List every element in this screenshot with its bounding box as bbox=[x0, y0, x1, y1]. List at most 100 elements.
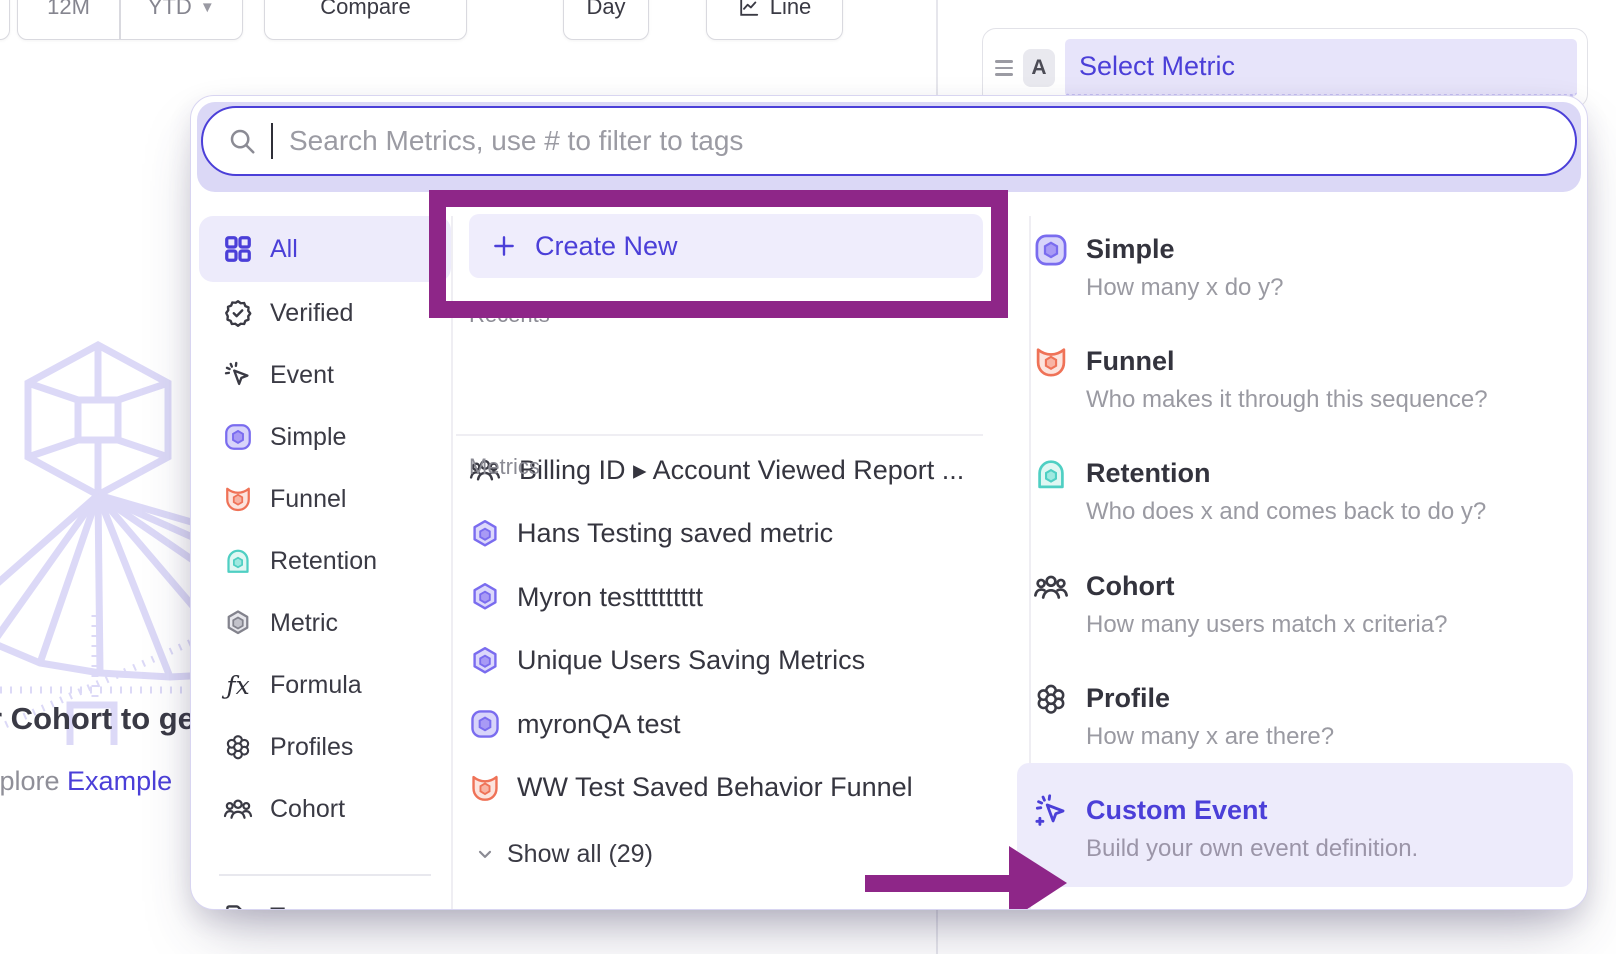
sidebar-item-icon bbox=[223, 422, 253, 452]
plus-icon bbox=[491, 233, 517, 259]
metric-picker-modal: All Verified Event Simple Funnel Retenti… bbox=[190, 95, 1588, 910]
metric-item-label: myronQA test bbox=[517, 709, 681, 740]
metric-type-simple[interactable]: Simple How many x do y? bbox=[1033, 232, 1573, 303]
show-all-label: Show all (29) bbox=[507, 840, 653, 869]
granularity-day-button[interactable]: Day bbox=[563, 0, 649, 40]
line-chart-icon bbox=[738, 0, 760, 18]
sidebar-item-funnel[interactable]: Funnel bbox=[199, 468, 451, 530]
drag-handle-icon[interactable] bbox=[995, 60, 1013, 76]
empty-state-heading-fragment: r Cohort to ge bbox=[0, 701, 195, 737]
sidebar-item-retention[interactable]: Retention bbox=[199, 530, 451, 592]
category-sidebar: All Verified Event Simple Funnel Retenti… bbox=[199, 216, 451, 840]
metric-item-myron-testtttttttt[interactable]: Myron testtttttttt bbox=[469, 566, 983, 630]
metric-type-icon bbox=[1033, 681, 1069, 717]
metric-type-funnel[interactable]: Funnel Who makes it through this sequenc… bbox=[1033, 344, 1573, 415]
metric-type-profile[interactable]: Profile How many x are there? bbox=[1033, 681, 1573, 752]
metric-item-myronqa-test[interactable]: myronQA test bbox=[469, 693, 983, 757]
sidebar-item-icon bbox=[223, 794, 253, 824]
metric-type-icon bbox=[1033, 232, 1069, 268]
sidebar-item-label: Event bbox=[270, 361, 334, 390]
sidebar-item-cohort[interactable]: Cohort bbox=[199, 778, 451, 840]
sidebar-item-icon: ƒx bbox=[223, 670, 253, 700]
date-range-group: 12M YTD ▼ bbox=[17, 0, 243, 40]
example-link[interactable]: Example bbox=[67, 766, 172, 796]
metric-type-title: Profile bbox=[1086, 681, 1334, 715]
metric-item-label: Unique Users Saving Metrics bbox=[517, 645, 865, 676]
select-metric-chip[interactable]: Select Metric bbox=[1065, 39, 1577, 97]
toolbar-fragment-button[interactable] bbox=[0, 0, 10, 40]
sidebar-item-icon bbox=[223, 360, 253, 390]
metric-type-title: Cohort bbox=[1086, 569, 1447, 603]
sidebar-item-formula[interactable]: ƒx Formula bbox=[199, 654, 451, 716]
metric-item-icon bbox=[469, 772, 501, 804]
sidebar-item-simple[interactable]: Simple bbox=[199, 406, 451, 468]
sidebar-item-label: Simple bbox=[270, 423, 346, 452]
metric-type-icon bbox=[1033, 456, 1069, 492]
metric-item-hans-testing-saved-metric[interactable]: Hans Testing saved metric bbox=[469, 502, 983, 566]
line-label: Line bbox=[770, 0, 812, 20]
compare-button[interactable]: Compare bbox=[264, 0, 467, 40]
sidebar-item-all[interactable]: All bbox=[199, 216, 451, 282]
sidebar-item-label: Metric bbox=[270, 609, 338, 638]
sidebar-item-tags[interactable]: Tags bbox=[199, 886, 475, 910]
metric-type-title: Custom Event bbox=[1086, 793, 1418, 827]
sidebar-divider bbox=[219, 874, 431, 876]
metric-type-description: How many users match x criteria? bbox=[1086, 610, 1447, 640]
metric-item-ww-test-saved-behavior-funnel[interactable]: WW Test Saved Behavior Funnel bbox=[469, 756, 983, 820]
search-icon bbox=[227, 126, 257, 156]
sidebar-item-icon bbox=[223, 484, 253, 514]
sidebar-item-profiles[interactable]: Profiles bbox=[199, 716, 451, 778]
sidebar-item-label: Funnel bbox=[270, 485, 346, 514]
metric-item-label: WW Test Saved Behavior Funnel bbox=[517, 772, 913, 803]
metric-item-icon bbox=[469, 518, 501, 550]
metric-type-retention[interactable]: Retention Who does x and comes back to d… bbox=[1033, 456, 1573, 527]
metric-type-description: How many x are there? bbox=[1086, 722, 1334, 752]
create-new-button[interactable]: Create New bbox=[469, 214, 983, 278]
chevron-down-icon bbox=[475, 844, 495, 864]
metric-type-description: Build your own event definition. bbox=[1086, 834, 1418, 864]
metric-picker-screen: 12M YTD ▼ Compare Day Line A Select Metr… bbox=[0, 0, 1616, 954]
range-12m-button[interactable]: 12M bbox=[18, 0, 119, 39]
metric-item-label: Hans Testing saved metric bbox=[517, 518, 833, 549]
sidebar-item-icon bbox=[223, 732, 253, 762]
sidebar-item-metric[interactable]: Metric bbox=[199, 592, 451, 654]
metric-item-icon bbox=[469, 645, 501, 677]
sidebar-item-label: Cohort bbox=[270, 795, 345, 824]
sidebar-item-label: Retention bbox=[270, 547, 377, 576]
metric-item-icon bbox=[469, 708, 501, 740]
metric-item-unique-users-saving-metrics[interactable]: Unique Users Saving Metrics bbox=[469, 629, 983, 693]
sidebar-item-verified[interactable]: Verified bbox=[199, 282, 451, 344]
sidebar-item-icon bbox=[223, 546, 253, 576]
recents-section-label: Recents bbox=[469, 302, 550, 328]
range-ytd-label: YTD bbox=[148, 0, 192, 20]
range-ytd-button[interactable]: YTD ▼ bbox=[121, 0, 243, 39]
section-divider bbox=[456, 434, 983, 436]
metric-type-title: Funnel bbox=[1086, 344, 1488, 378]
empty-state-subtext: xplore Example bbox=[0, 766, 172, 797]
metric-type-icon bbox=[1033, 569, 1069, 605]
sidebar-item-event[interactable]: Event bbox=[199, 344, 451, 406]
metric-types-list: Simple How many x do y? Funnel Who makes… bbox=[1033, 96, 1573, 909]
sidebar-item-label: All bbox=[270, 235, 298, 264]
explore-text-fragment: xplore bbox=[0, 766, 67, 796]
metric-type-custom-event[interactable]: Custom Event Build your own event defini… bbox=[1033, 793, 1573, 864]
metric-type-description: Who does x and comes back to do y? bbox=[1086, 497, 1486, 527]
sidebar-item-icon bbox=[223, 234, 253, 264]
recent-item-label: Billing ID ▸ Account Viewed Report ... bbox=[519, 455, 964, 486]
metric-type-title: Retention bbox=[1086, 456, 1486, 490]
column-divider bbox=[451, 216, 453, 909]
show-all-button[interactable]: Show all (29) bbox=[475, 836, 653, 872]
saved-metrics-list: Hans Testing saved metric Myron testtttt… bbox=[469, 502, 983, 820]
chevron-down-icon: ▼ bbox=[200, 0, 215, 16]
sidebar-item-label: Tags bbox=[270, 903, 323, 911]
series-a-badge: A bbox=[1023, 49, 1055, 87]
text-cursor bbox=[271, 123, 273, 159]
sidebar-item-label: Profiles bbox=[270, 733, 353, 762]
recent-item-billing[interactable]: Billing ID ▸ Account Viewed Report ... bbox=[469, 448, 964, 492]
tag-icon bbox=[223, 902, 253, 910]
day-label: Day bbox=[586, 0, 625, 20]
sidebar-item-label: Verified bbox=[270, 299, 353, 328]
chart-type-line-button[interactable]: Line bbox=[706, 0, 843, 40]
metric-type-cohort[interactable]: Cohort How many users match x criteria? bbox=[1033, 569, 1573, 640]
create-new-label: Create New bbox=[535, 231, 678, 262]
